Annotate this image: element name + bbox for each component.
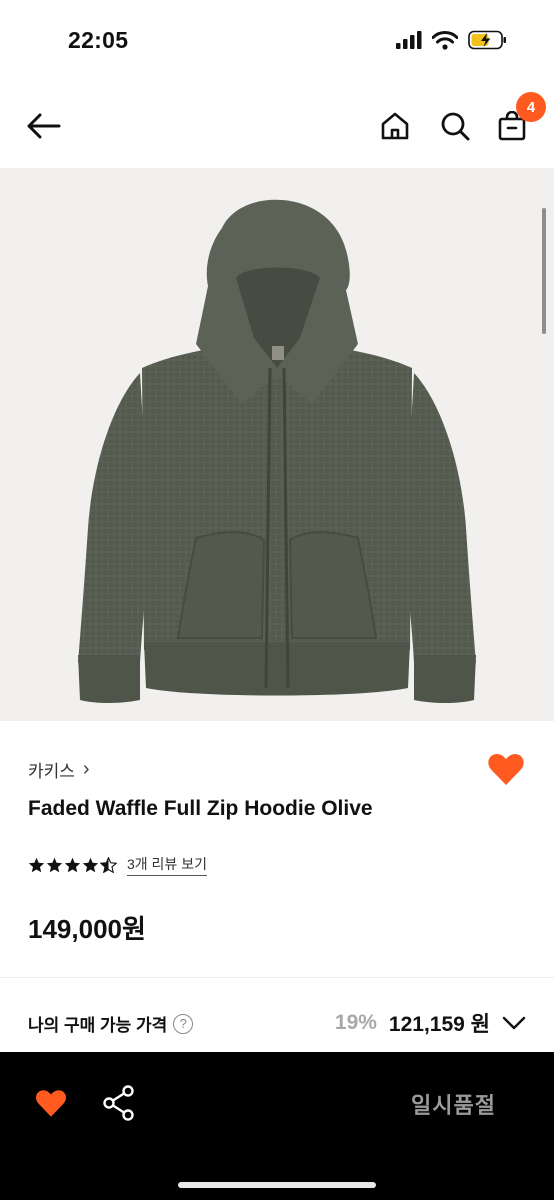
bottom-action-bar: 일시품절 <box>0 1052 554 1200</box>
brand-name: 카키스 <box>28 762 75 781</box>
chevron-down-icon[interactable] <box>502 1016 526 1030</box>
status-bar: 22:05 <box>0 0 554 84</box>
status-time: 22:05 <box>68 27 129 53</box>
back-button[interactable] <box>21 104 65 148</box>
purchase-price-label: 나의 구매 가능 가격 ? <box>28 1011 194 1036</box>
wifi-icon <box>432 30 458 50</box>
home-button[interactable] <box>373 104 417 148</box>
product-image[interactable] <box>0 168 554 721</box>
heart-icon[interactable] <box>34 1086 68 1120</box>
hoodie-image <box>78 199 476 703</box>
purchase-price-value: 19% 121,159 원 <box>335 1008 526 1038</box>
purchase-price-label-text: 나의 구매 가능 가격 <box>28 1016 168 1035</box>
status-icons <box>396 30 508 50</box>
star-icon <box>46 857 63 873</box>
battery-charging-icon <box>468 30 506 50</box>
brand-link[interactable]: 카키스 › <box>28 757 90 782</box>
chevron-right-icon: › <box>82 758 90 780</box>
star-icon <box>64 857 81 873</box>
star-icon <box>28 857 45 873</box>
cart-button[interactable]: 4 <box>490 92 546 148</box>
product-price: 149,000원 <box>28 914 146 944</box>
product-name: Faded Waffle Full Zip Hoodie Olive <box>28 797 373 820</box>
review-link[interactable]: 3개 리뷰 보기 <box>127 854 207 876</box>
search-icon <box>441 112 470 141</box>
signal-icon <box>396 31 422 49</box>
cart-count-badge: 4 <box>516 92 546 122</box>
scrollbar[interactable] <box>542 208 546 334</box>
purchase-price-row[interactable]: 나의 구매 가능 가격 ? 19% 121,159 원 <box>0 978 554 1052</box>
rating-stars <box>28 857 117 873</box>
product-info: 카키스 › Faded Waffle Full Zip Hoodie Olive… <box>0 721 554 977</box>
search-button[interactable] <box>433 104 477 148</box>
navigation-bar: 4 <box>0 84 554 168</box>
share-icon[interactable] <box>102 1084 136 1122</box>
discount-rate: 19% <box>334 1011 377 1034</box>
sold-out-button[interactable]: 일시품절 <box>411 1088 496 1120</box>
help-icon[interactable]: ? <box>173 1013 194 1034</box>
sale-price: 121,159 원 <box>388 1013 490 1036</box>
arrow-left-icon <box>27 113 61 139</box>
star-icon <box>82 857 99 873</box>
star-half-icon <box>100 857 117 873</box>
heart-icon[interactable] <box>486 749 526 789</box>
home-indicator <box>178 1182 376 1188</box>
home-icon <box>381 112 409 140</box>
rating-row: 3개 리뷰 보기 <box>28 854 207 876</box>
